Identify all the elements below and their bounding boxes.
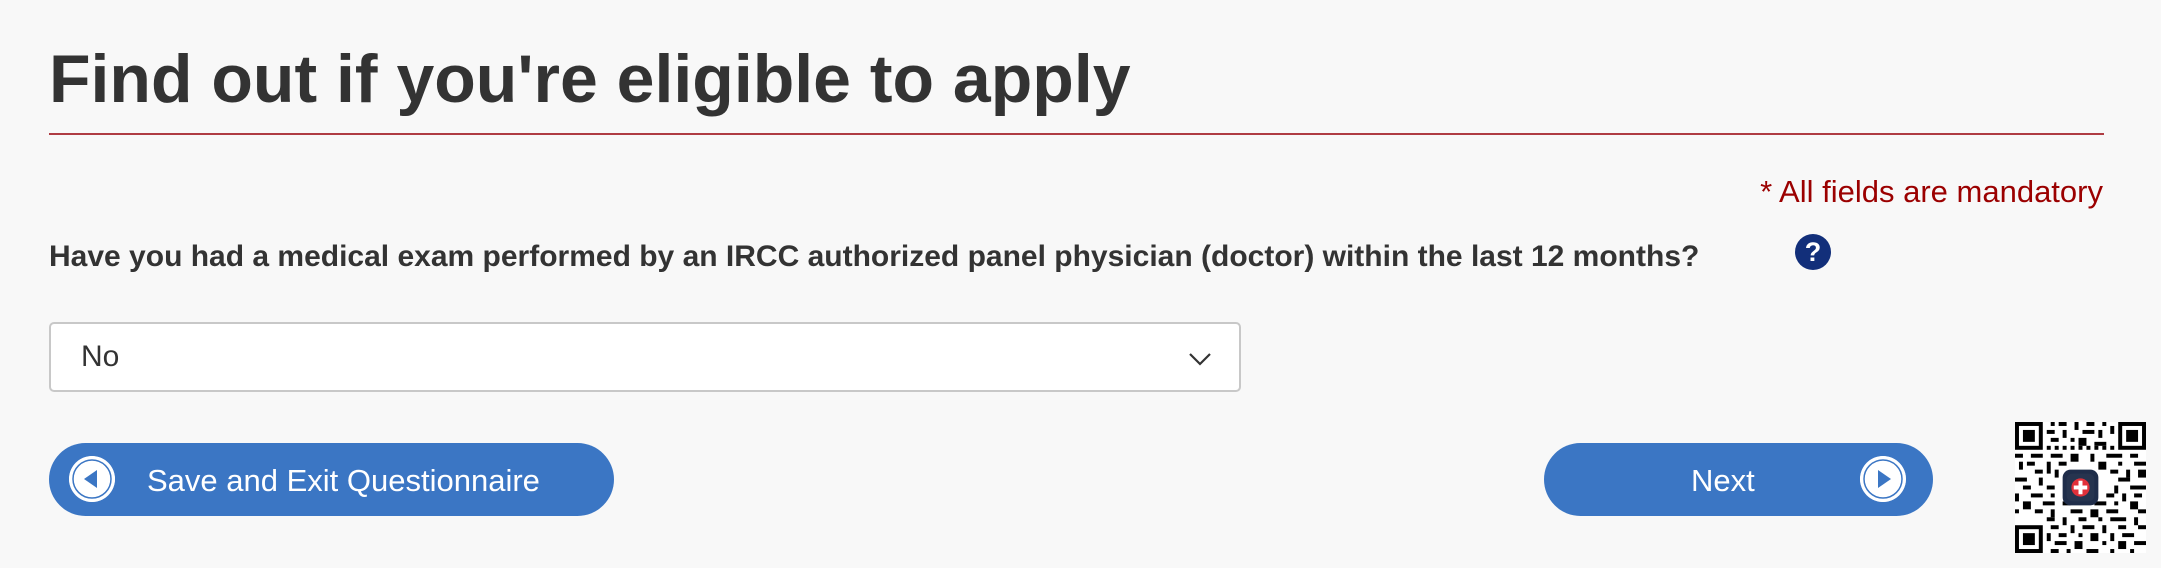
medical-exam-select[interactable]: No — [49, 322, 1241, 392]
save-and-exit-button[interactable]: Save and Exit Questionnaire — [49, 443, 614, 516]
select-value: No — [81, 340, 120, 373]
save-and-exit-label: Save and Exit Questionnaire — [147, 463, 540, 498]
circle-arrow-left-icon — [69, 456, 115, 502]
qr-code — [2015, 422, 2146, 553]
mandatory-fields-note: * All fields are mandatory — [1760, 174, 2103, 209]
help-icon-glyph: ? — [1804, 236, 1822, 267]
circle-arrow-right-icon — [1860, 456, 1906, 502]
next-label: Next — [1691, 463, 1755, 498]
title-divider — [49, 133, 2104, 135]
question-label: Have you had a medical exam performed by… — [49, 240, 1700, 273]
page-title: Find out if you're eligible to apply — [49, 41, 1131, 117]
chevron-down-icon — [1189, 353, 1211, 366]
help-icon[interactable]: ? — [1795, 234, 1831, 270]
next-button[interactable]: Next — [1544, 443, 1933, 516]
